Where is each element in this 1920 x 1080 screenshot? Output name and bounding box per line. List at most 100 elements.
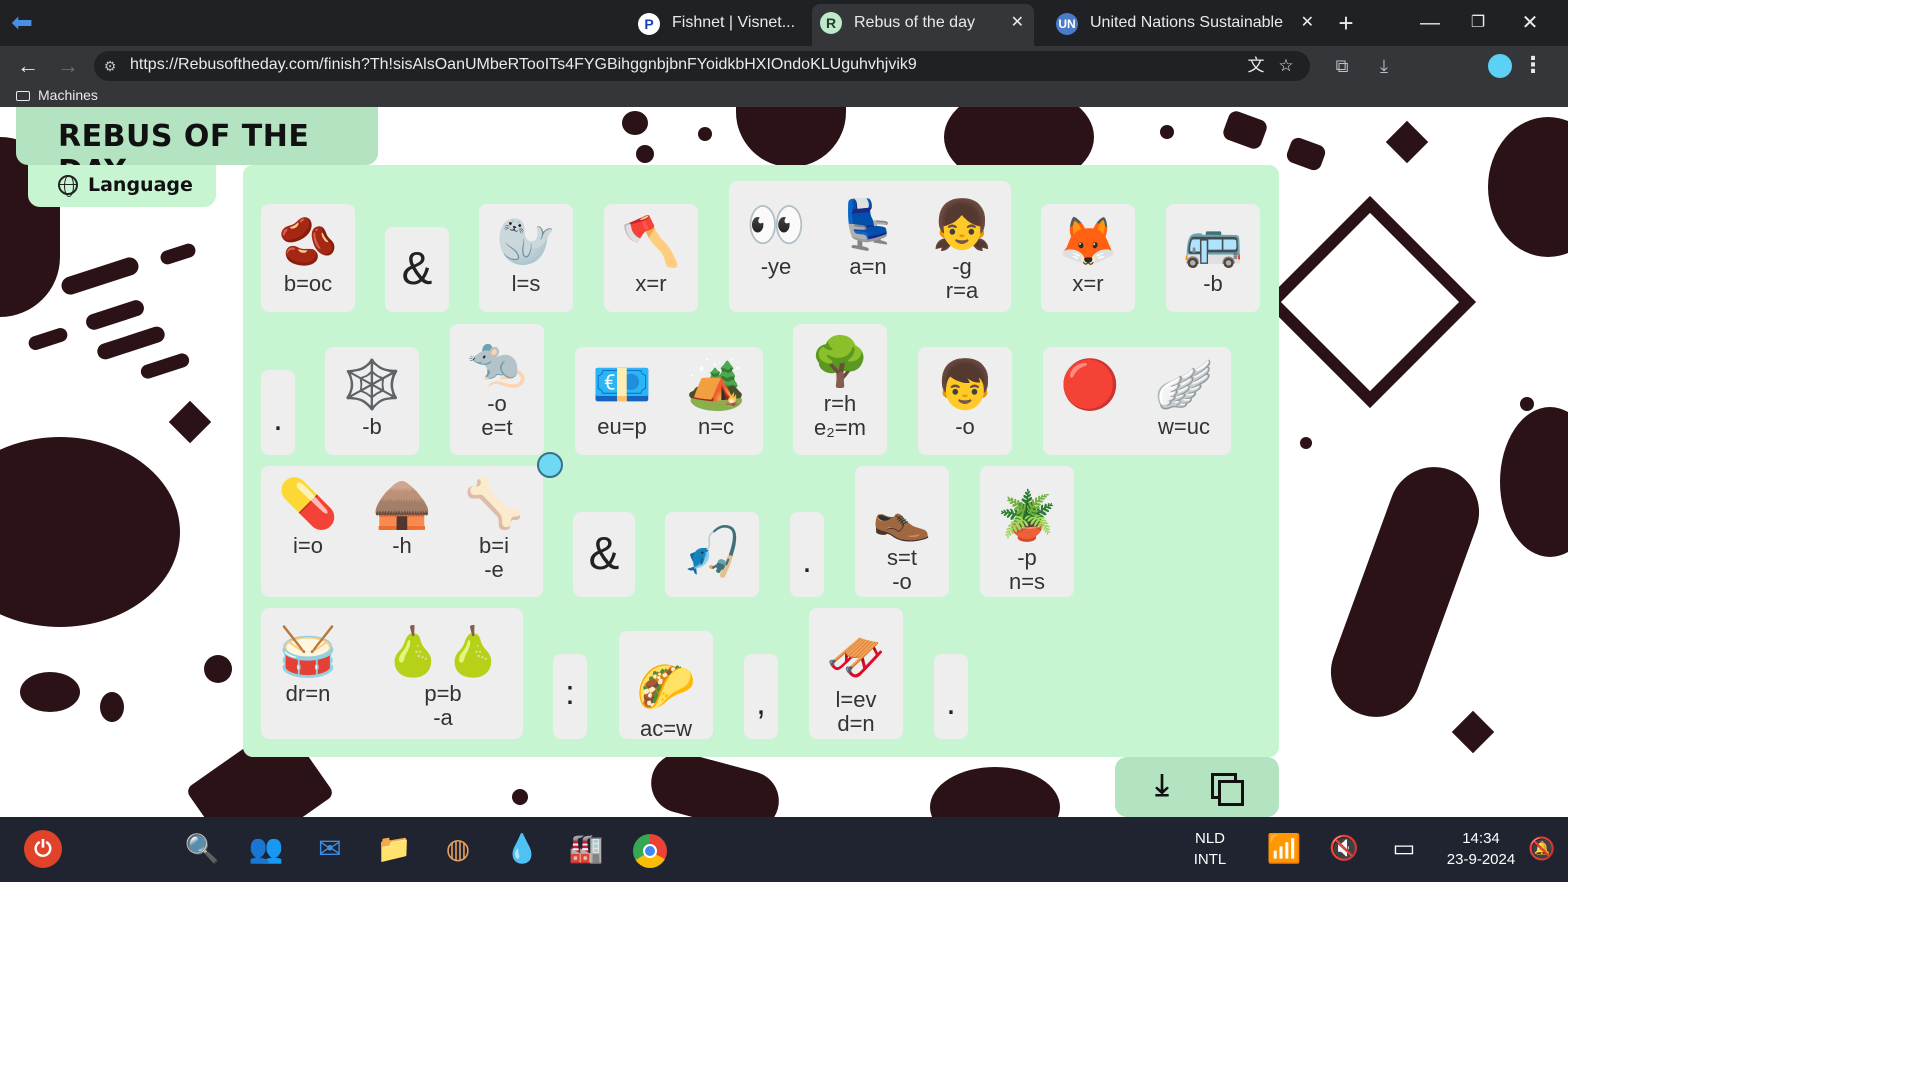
url-omnibox[interactable]: ⚙ https://Rebusoftheday.com/finish?Th!si…	[94, 51, 1310, 81]
red-circle-icon: 🔴	[1060, 359, 1120, 412]
chrome-icon[interactable]	[630, 829, 670, 869]
rebus-tile: 🛷 l=ev d=n	[809, 608, 903, 739]
translate-icon[interactable]: 文	[1244, 54, 1268, 78]
mail-icon[interactable]: ✉	[310, 829, 350, 869]
tab-fishnet[interactable]: P Fishnet | Visnet...	[630, 6, 810, 42]
rebus-cell: 💶 eu=p	[577, 359, 667, 439]
battery-icon[interactable]: ▭	[1384, 829, 1424, 869]
language-button[interactable]: Language	[28, 165, 216, 207]
decor-shape	[1300, 437, 1312, 449]
rebus-symbol-tile: &	[385, 227, 449, 312]
copy-icon[interactable]	[1211, 773, 1244, 806]
sled-icon: 🛷	[826, 632, 886, 685]
rebus-hint: l=s	[511, 271, 541, 296]
mute-icon[interactable]: 🔇	[1324, 829, 1364, 869]
rebus-cell: 👧 -g r=a	[917, 199, 1007, 303]
decor-diamond	[1263, 195, 1477, 409]
site-settings-icon[interactable]: ⚙	[100, 56, 120, 76]
back-arrow-icon[interactable]: ←	[12, 50, 44, 82]
rebus-cell: 🥁 dr=n	[263, 626, 353, 706]
rebus-cell: 🔴	[1045, 359, 1135, 415]
address-bar: ← → ⚙ https://Rebusoftheday.com/finish?T…	[0, 46, 1568, 86]
rebus-hint: dr=n	[285, 681, 331, 706]
decor-globe	[1488, 117, 1568, 257]
app-icon[interactable]: ◍	[438, 829, 478, 869]
keyboard-layout[interactable]: NLD INTL	[1180, 830, 1240, 868]
decor-shape	[736, 107, 846, 167]
rebus-tile: 👞 s=t -o	[855, 466, 949, 597]
rebus-tile: 🫘 b=oc	[261, 204, 355, 312]
rebus-symbol-tile: .	[934, 654, 968, 739]
power-icon[interactable]: ⏻	[24, 830, 62, 868]
rebus-tile: 💊 i=o 🛖 -h 🦴 b=i -e	[261, 466, 543, 597]
url-text[interactable]: https://Rebusoftheday.com/finish?Th!sisA…	[130, 56, 917, 74]
app-back-arrow-icon[interactable]: ⬅	[6, 6, 38, 38]
rebus-cell: 🫘 b=oc	[261, 216, 355, 296]
rebus-tile: 🕸️ -b	[325, 347, 419, 455]
restore-icon[interactable]: ❐	[1458, 6, 1498, 40]
rebus-hint: b=i -e	[479, 533, 509, 582]
rebus-cell: 🦊 x=r	[1041, 216, 1135, 296]
file-explorer-icon[interactable]: 📁	[374, 829, 414, 869]
colon-symbol: :	[565, 674, 575, 712]
rebus-hint: -h	[392, 533, 412, 558]
decor-globe	[0, 437, 180, 627]
bookmark-label: Machines	[38, 87, 98, 103]
decor-shape	[930, 767, 1060, 817]
teams-icon[interactable]: 👥	[246, 829, 286, 869]
rebus-tile: 🚌 -b	[1166, 204, 1260, 312]
rebus-tile: 💶 eu=p 🏕️ n=c	[575, 347, 763, 455]
rebus-tile: 👀 -ye 💺 a=n 👧 -g r=a	[729, 181, 1011, 312]
close-tab-icon[interactable]: ✕	[1301, 6, 1314, 40]
ampersand-symbol: &	[401, 242, 433, 294]
rat-icon: 🐀	[467, 336, 527, 389]
menu-dots-icon[interactable]: ⋮	[1522, 52, 1544, 80]
rebus-hint: r=h e₂=m	[814, 391, 866, 440]
rebus-cell: 🦴 b=i -e	[449, 478, 539, 582]
decor-shape	[1500, 407, 1568, 557]
comma-symbol: ,	[756, 684, 766, 722]
period-symbol: .	[946, 684, 956, 722]
search-icon[interactable]: 🔍	[182, 829, 222, 869]
rebus-symbol-tile: &	[573, 512, 635, 597]
boy-icon: 👦	[935, 359, 995, 412]
rebus-symbol-tile: ,	[744, 654, 778, 739]
minimize-icon[interactable]: —	[1410, 6, 1450, 40]
girl-icon: 👧	[932, 199, 992, 252]
bus-icon: 🚌	[1183, 216, 1243, 269]
site-title-banner: REBUS OF THE DAY	[16, 107, 378, 189]
new-tab-button[interactable]: +	[1326, 6, 1366, 40]
rebus-hint: w=uc	[1158, 414, 1210, 439]
forward-arrow-icon[interactable]: →	[52, 50, 84, 82]
rebus-hint: eu=p	[597, 414, 647, 439]
water-drop-icon[interactable]: 💧	[502, 829, 542, 869]
shoe-icon: 👞	[872, 490, 932, 543]
downloads-icon[interactable]: ⤓	[1370, 52, 1398, 80]
browser-tab-bar: ⬅ P Fishnet | Visnet... R Rebus of the d…	[0, 0, 1568, 46]
decor-shape	[1160, 125, 1174, 139]
drum-icon: 🥁	[278, 626, 338, 679]
rebus-hint: l=ev d=n	[835, 687, 877, 736]
profile-avatar[interactable]	[1488, 54, 1512, 78]
os-taskbar: ⏻ 🔍 👥 ✉ 📁 ◍ 💧 🏭 NLD INTL 📶 🔇 ▭ 14:34 23-…	[0, 817, 1568, 882]
notifications-off-icon[interactable]: 🔕	[1522, 829, 1562, 869]
decor-shape	[26, 326, 70, 352]
bookmark-machines[interactable]: Machines	[16, 86, 98, 104]
download-icon[interactable]: ⤓	[1145, 769, 1179, 803]
rebus-tile: 🌳 r=h e₂=m	[793, 324, 887, 455]
clock[interactable]: 14:34 23-9-2024	[1436, 830, 1526, 868]
close-window-icon[interactable]: ✕	[1510, 6, 1550, 40]
rebus-hint: -ye	[760, 254, 792, 279]
tab-title: United Nations Sustainable	[1090, 14, 1284, 31]
bookmark-star-icon[interactable]: ☆	[1274, 54, 1298, 78]
seal-icon: 🦭	[496, 216, 556, 269]
close-tab-icon[interactable]: ✕	[1011, 4, 1024, 42]
fishing-pole-icon: 🎣	[682, 526, 742, 579]
factory-icon[interactable]: 🏭	[566, 829, 606, 869]
tab-rebus-of-the-day[interactable]: R Rebus of the day ✕	[812, 4, 1034, 46]
tab-united-nations[interactable]: UN United Nations Sustainable ✕	[1048, 6, 1324, 42]
wifi-icon[interactable]: 📶	[1264, 829, 1304, 869]
extensions-icon[interactable]: ⧉	[1328, 52, 1356, 80]
rebus-hint: x=r	[1072, 271, 1104, 296]
decor-shape	[512, 789, 528, 805]
